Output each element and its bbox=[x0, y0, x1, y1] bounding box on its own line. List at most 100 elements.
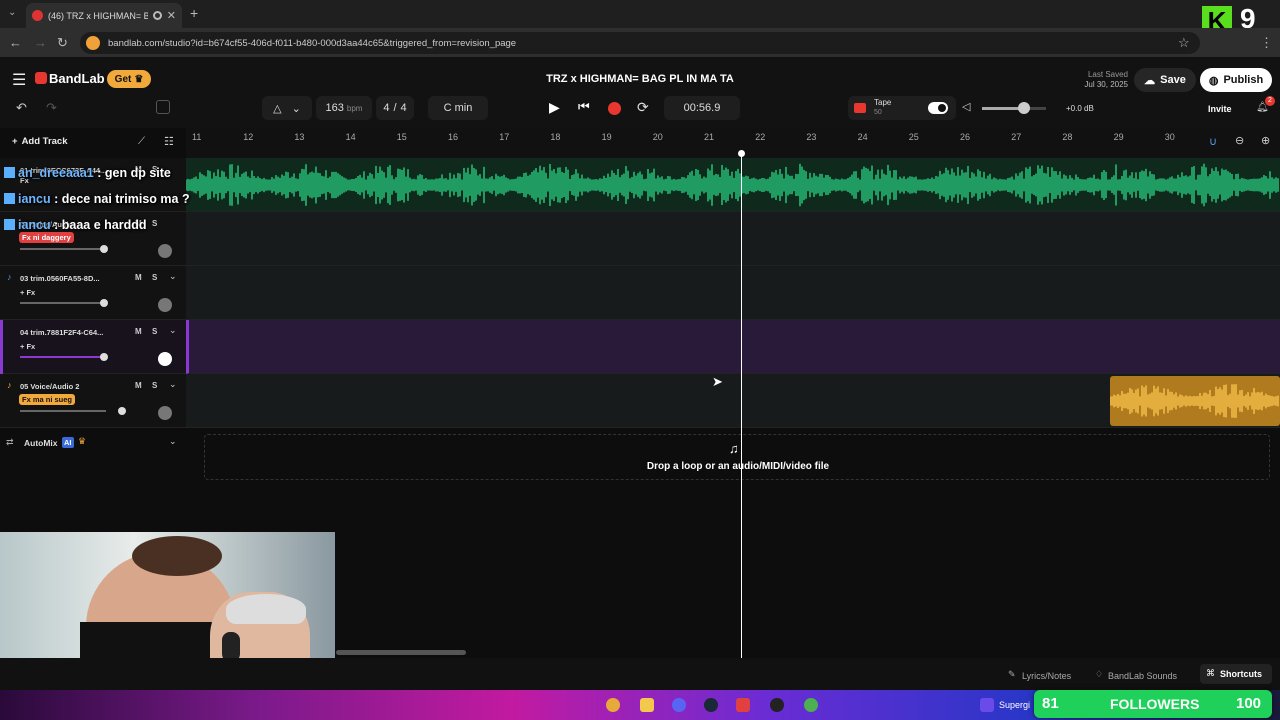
tempo-control[interactable]: 163 bpm bbox=[316, 96, 372, 120]
record-icon[interactable] bbox=[608, 102, 621, 115]
volume-knob[interactable] bbox=[100, 299, 108, 307]
pan-knob[interactable] bbox=[158, 352, 172, 366]
master-volume-slider[interactable] bbox=[982, 102, 1046, 114]
mute-button[interactable]: M bbox=[135, 273, 142, 282]
game-icon[interactable] bbox=[980, 698, 994, 712]
fx-badge[interactable]: Fx ni daggery bbox=[19, 232, 74, 243]
folder-icon[interactable] bbox=[640, 698, 654, 712]
solo-button[interactable]: S bbox=[152, 273, 157, 282]
drop-zone[interactable]: ♫ Drop a loop or an audio/MIDI/video fil… bbox=[204, 434, 1270, 480]
pan-knob[interactable] bbox=[158, 298, 172, 312]
volume-knob[interactable] bbox=[118, 407, 126, 415]
track-lane-2[interactable] bbox=[186, 212, 1280, 266]
notification-badge: 2 bbox=[1265, 96, 1275, 106]
automix-row[interactable]: ⇄ AutoMix AI ♛ ⌄ bbox=[0, 434, 186, 454]
zoom-out-icon[interactable]: ⊖ bbox=[1235, 134, 1244, 147]
pan-knob[interactable] bbox=[158, 244, 172, 258]
save-button[interactable]: ☁ Save bbox=[1134, 68, 1196, 92]
solo-button[interactable]: S bbox=[152, 219, 157, 228]
audio-region[interactable] bbox=[186, 158, 1280, 212]
magnet-icon[interactable]: ∪ bbox=[1209, 135, 1217, 148]
audio-region[interactable] bbox=[1110, 376, 1280, 426]
chevron-down-icon[interactable]: ⌄ bbox=[169, 271, 177, 282]
add-track-button[interactable]: + Add Track bbox=[12, 136, 68, 147]
horizontal-scrollbar[interactable] bbox=[336, 650, 466, 655]
volume-slider[interactable] bbox=[20, 353, 108, 361]
wand-icon[interactable]: ⟋ bbox=[138, 136, 145, 147]
volume-knob[interactable] bbox=[1017, 102, 1030, 114]
publish-button[interactable]: ◍ Publish bbox=[1200, 68, 1272, 92]
forward-icon[interactable]: → bbox=[34, 35, 47, 50]
metronome-control[interactable]: △ ⌄ bbox=[262, 96, 312, 120]
zoom-in-icon[interactable]: ⊕ bbox=[1261, 134, 1270, 147]
ruler-tick: 21 bbox=[704, 132, 715, 142]
volume-slider[interactable] bbox=[20, 245, 108, 253]
key-control[interactable]: C min bbox=[428, 96, 488, 120]
chrome-icon[interactable] bbox=[804, 698, 818, 712]
undo-icon[interactable]: ↶ bbox=[16, 100, 27, 116]
mute-button[interactable]: M bbox=[135, 381, 142, 390]
new-tab-icon[interactable]: + bbox=[190, 5, 198, 21]
project-title[interactable]: TRZ x HIGHMAN= BAG PL IN MA TA bbox=[540, 73, 740, 85]
playhead-handle[interactable] bbox=[738, 150, 745, 157]
ai-badge: AI bbox=[62, 437, 74, 448]
track-header-3[interactable]: ♪ 03 trim.0560FA55-8D... M S ⌄ + Fx bbox=[0, 266, 186, 320]
redo-icon[interactable]: ↷ bbox=[46, 100, 57, 116]
app-icon[interactable] bbox=[736, 698, 750, 712]
volume-slider[interactable] bbox=[20, 407, 126, 415]
close-tab-icon[interactable]: ✕ bbox=[167, 9, 176, 22]
skip-back-icon[interactable]: ⏮ bbox=[578, 99, 590, 115]
track-header-5[interactable]: ♪ 05 Voice/Audio 2 M S ⌄ Fx ma ni sueg bbox=[0, 374, 186, 428]
clip-view-icon[interactable] bbox=[156, 100, 170, 114]
shortcuts-button[interactable]: ⌘ Shortcuts bbox=[1200, 664, 1272, 684]
tape-toggle[interactable] bbox=[928, 102, 948, 114]
solo-button[interactable]: S bbox=[152, 381, 157, 390]
track-lane-3[interactable] bbox=[186, 266, 1280, 320]
chevron-down-icon[interactable]: ⌄ bbox=[169, 325, 177, 336]
address-bar[interactable]: bandlab.com/studio?id=b674cf55-406d-f011… bbox=[80, 32, 1200, 54]
volume-knob[interactable] bbox=[100, 245, 108, 253]
track-name[interactable]: 05 Voice/Audio 2 bbox=[20, 382, 115, 391]
hamburger-menu-icon[interactable]: ☰ bbox=[12, 70, 26, 90]
fx-badge[interactable]: Fx ma ni sueg bbox=[19, 394, 76, 405]
track-name[interactable]: 03 trim.0560FA55-8D... bbox=[20, 274, 115, 283]
obs-icon[interactable] bbox=[770, 698, 784, 712]
tape-control[interactable]: Tape 50 bbox=[848, 96, 956, 120]
reload-icon[interactable]: ↻ bbox=[57, 35, 68, 51]
lyrics-button[interactable]: Lyrics/Notes bbox=[1022, 671, 1071, 681]
sounds-button[interactable]: BandLab Sounds bbox=[1108, 671, 1177, 681]
track-name[interactable]: 04 trim.7881F2F4-C64... bbox=[20, 328, 115, 337]
pan-knob[interactable] bbox=[158, 406, 172, 420]
menu-dots-icon[interactable]: ⋮ bbox=[1260, 35, 1273, 51]
volume-knob[interactable] bbox=[100, 353, 108, 361]
track-lane-4[interactable] bbox=[186, 320, 1280, 374]
play-icon[interactable]: ▶ bbox=[549, 99, 560, 116]
track-lane-5[interactable] bbox=[186, 374, 1280, 428]
tab-menu-icon[interactable]: ⌄ bbox=[8, 7, 16, 18]
browser-tab[interactable]: (46) TRZ x HIGHMAN= BAG ✕ bbox=[26, 3, 182, 28]
solo-button[interactable]: S bbox=[152, 327, 157, 336]
chevron-down-icon[interactable]: ⌄ bbox=[169, 436, 177, 447]
fx-button[interactable]: + Fx bbox=[20, 288, 35, 297]
brand-name[interactable]: BandLab bbox=[49, 71, 105, 86]
chrome-icon[interactable] bbox=[606, 698, 620, 712]
fx-button[interactable]: + Fx bbox=[20, 342, 35, 351]
mute-button[interactable]: M bbox=[135, 327, 142, 336]
volume-slider[interactable] bbox=[20, 299, 108, 307]
site-info-icon[interactable] bbox=[86, 36, 100, 50]
speaker-icon[interactable]: ◁ bbox=[962, 100, 970, 113]
back-icon[interactable]: ← bbox=[9, 35, 22, 50]
track-header-4[interactable]: 04 trim.7881F2F4-C64... M S ⌄ + Fx bbox=[0, 320, 186, 374]
loop-icon[interactable]: ⟳ bbox=[637, 99, 649, 116]
track-settings-icon[interactable]: ☷ bbox=[164, 135, 174, 148]
chevron-down-icon[interactable]: ⌄ bbox=[169, 379, 177, 390]
timeline-ruler[interactable]: 11 12 13 14 15 16 17 18 19 20 21 22 23 24 25 26 27 28 29 30 bbox=[186, 128, 1280, 158]
playhead[interactable] bbox=[741, 153, 742, 658]
get-button[interactable]: Get ♛ bbox=[107, 70, 151, 88]
steam-icon[interactable] bbox=[704, 698, 718, 712]
invite-button[interactable]: Invite bbox=[1208, 104, 1232, 114]
discord-icon[interactable] bbox=[672, 698, 686, 712]
track-lane-1[interactable] bbox=[186, 158, 1280, 212]
bookmark-star-icon[interactable]: ☆ bbox=[1178, 35, 1190, 51]
time-signature-control[interactable]: 4 / 4 bbox=[376, 96, 414, 120]
